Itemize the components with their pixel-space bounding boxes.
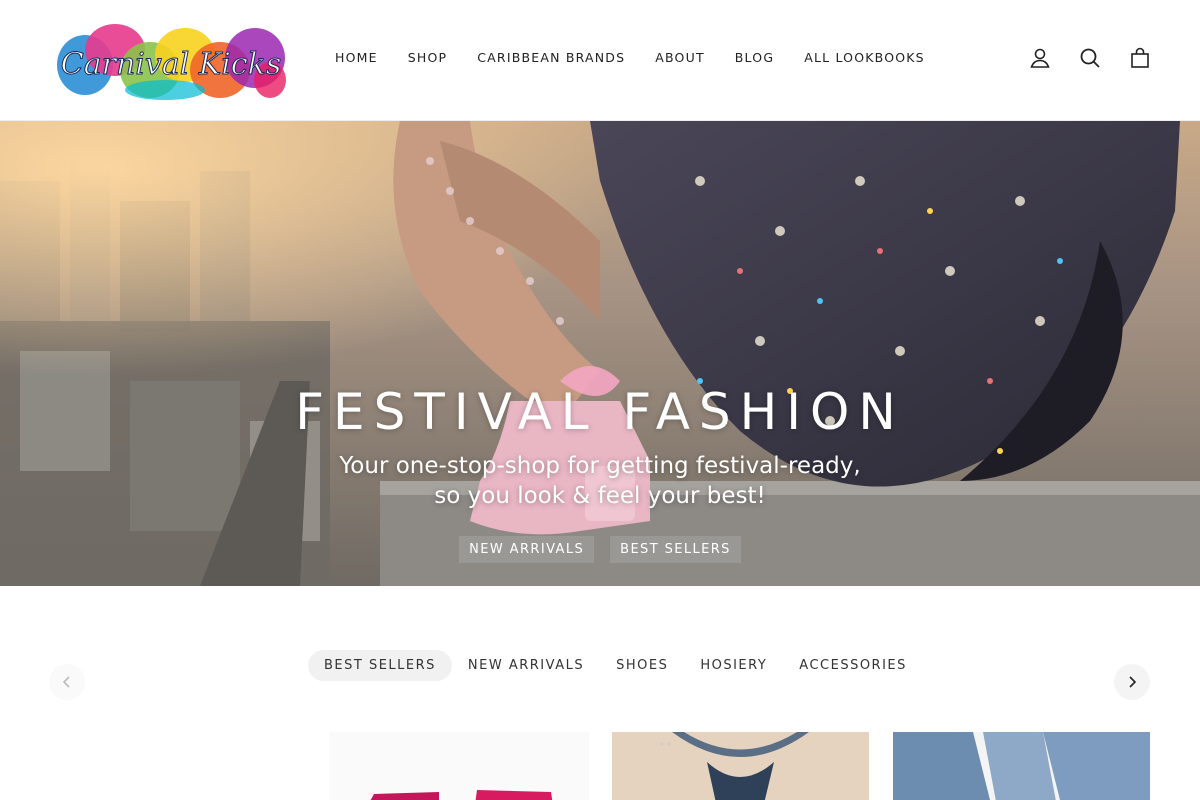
nav-blog[interactable]: BLOG: [735, 50, 774, 65]
nav-about[interactable]: ABOUT: [655, 50, 705, 65]
product-image: [612, 732, 869, 800]
hero-title: FESTIVAL FASHION: [295, 383, 905, 441]
product-image: [329, 732, 589, 800]
nav-all-lookbooks[interactable]: ALL LOOKBOOKS: [804, 50, 925, 65]
hero-buttons: NEW ARRIVALS BEST SELLERS: [0, 536, 1200, 563]
product-card[interactable]: [893, 732, 1150, 800]
carousel-prev-button[interactable]: [49, 664, 85, 700]
chevron-left-icon: [62, 676, 70, 688]
tab-best-sellers[interactable]: BEST SELLERS: [308, 650, 452, 681]
collection-tabs: BEST SELLERS NEW ARRIVALS SHOES HOSIERY …: [308, 650, 923, 681]
product-card[interactable]: [329, 732, 589, 800]
product-image: [893, 732, 1150, 800]
nav-home[interactable]: HOME: [335, 50, 378, 65]
cart-icon[interactable]: [1128, 46, 1152, 70]
tab-hosiery[interactable]: HOSIERY: [684, 650, 783, 681]
hero-subtitle-line1: Your one-stop-shop for getting festival-…: [339, 453, 861, 479]
main-nav: HOME SHOP CARIBBEAN BRANDS ABOUT BLOG AL…: [335, 50, 955, 65]
best-sellers-button[interactable]: BEST SELLERS: [610, 536, 741, 563]
account-icon[interactable]: [1028, 46, 1052, 70]
hero-image: [0, 121, 1200, 586]
carousel-next-button[interactable]: [1114, 664, 1150, 700]
logo[interactable]: Carnival Kicks: [55, 20, 287, 104]
tab-new-arrivals[interactable]: NEW ARRIVALS: [452, 650, 600, 681]
search-icon[interactable]: [1078, 46, 1102, 70]
header-actions: [1028, 46, 1152, 70]
hero-banner: FESTIVAL FASHION Your one-stop-shop for …: [0, 121, 1200, 586]
nav-caribbean-brands[interactable]: CARIBBEAN BRANDS: [477, 50, 625, 65]
chevron-right-icon: [1129, 676, 1137, 688]
tab-accessories[interactable]: ACCESSORIES: [783, 650, 923, 681]
product-card[interactable]: [612, 732, 869, 800]
nav-shop[interactable]: SHOP: [408, 50, 448, 65]
hero-subtitle: Your one-stop-shop for getting festival-…: [300, 451, 900, 511]
tab-shoes[interactable]: SHOES: [600, 650, 684, 681]
site-header: Carnival Kicks HOME SHOP CARIBBEAN BRAND…: [0, 0, 1200, 121]
hero-subtitle-line2: so you look & feel your best!: [434, 483, 766, 509]
new-arrivals-button[interactable]: NEW ARRIVALS: [459, 536, 595, 563]
logo-text: Carnival Kicks: [61, 47, 281, 82]
